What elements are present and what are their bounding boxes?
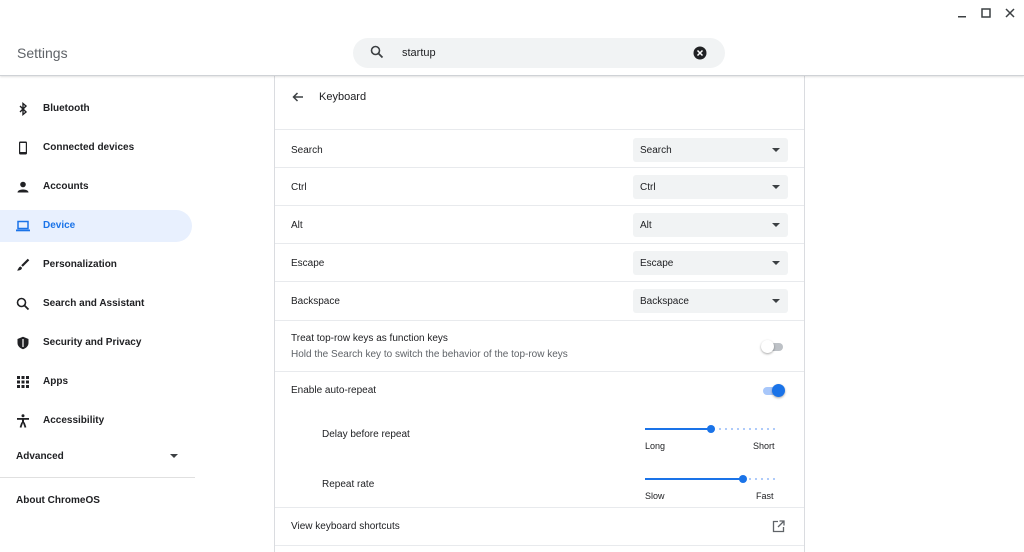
function-keys-label: Treat top-row keys as function keys	[291, 333, 448, 344]
function-keys-toggle[interactable]	[761, 339, 785, 355]
clear-search-icon[interactable]	[693, 46, 707, 65]
sidebar-item-device[interactable]: Device	[0, 210, 192, 242]
select-value: Search	[640, 145, 672, 156]
remap-select-alt[interactable]: Alt	[633, 213, 788, 237]
sidebar-item-security-and-privacy[interactable]: Security and Privacy	[0, 327, 192, 359]
sidebar-item-apps[interactable]: Apps	[0, 366, 192, 398]
app-title: Settings	[17, 45, 68, 61]
delay-min-label: Long	[645, 441, 666, 451]
apps-grid-icon	[16, 375, 30, 389]
bluetooth-icon	[16, 102, 30, 116]
slider-thumb[interactable]	[707, 425, 715, 433]
search-input[interactable]: startup	[402, 47, 436, 59]
advanced-label: Advanced	[16, 451, 64, 462]
about-chromeos-link[interactable]: About ChromeOS	[16, 495, 100, 506]
keyboard-shortcuts-label: View keyboard shortcuts	[291, 521, 400, 532]
slider-fill	[645, 428, 711, 430]
shield-icon	[16, 336, 30, 350]
remap-label: Alt	[291, 220, 303, 231]
sidebar-item-label: Security and Privacy	[43, 337, 142, 348]
remap-row-backspace: Backspace Backspace	[275, 281, 804, 321]
select-value: Ctrl	[640, 182, 656, 193]
auto-repeat-section: Enable auto-repeat Delay before repeat L…	[275, 371, 804, 508]
remap-label: Backspace	[291, 296, 340, 307]
sidebar-item-connected-devices[interactable]: Connected devices	[0, 132, 192, 164]
person-icon	[16, 180, 30, 194]
rate-label: Repeat rate	[322, 479, 375, 490]
auto-repeat-label: Enable auto-repeat	[291, 385, 377, 396]
delay-max-label: Short	[753, 441, 775, 451]
function-keys-sublabel: Hold the Search key to switch the behavi…	[291, 349, 568, 360]
sidebar-item-label: Apps	[43, 376, 68, 387]
function-keys-row: Treat top-row keys as function keys Hold…	[275, 320, 804, 372]
dropdown-arrow-icon	[772, 223, 780, 227]
search-bar[interactable]: startup	[353, 38, 725, 68]
laptop-icon	[16, 219, 30, 233]
rate-max-label: Fast	[756, 491, 774, 501]
dropdown-arrow-icon	[772, 148, 780, 152]
remap-row-alt: Alt Alt	[275, 205, 804, 244]
sidebar-item-personalization[interactable]: Personalization	[0, 249, 192, 281]
remap-row-ctrl: Ctrl Ctrl	[275, 167, 804, 206]
advanced-toggle[interactable]: Advanced	[16, 451, 180, 462]
brush-icon	[16, 258, 30, 272]
delay-slider[interactable]	[645, 422, 776, 436]
minimize-icon[interactable]	[955, 6, 969, 20]
remap-label: Ctrl	[291, 182, 307, 193]
remap-select-escape[interactable]: Escape	[633, 251, 788, 275]
delay-label: Delay before repeat	[322, 429, 410, 440]
page-title: Keyboard	[319, 91, 367, 103]
sidebar-item-accessibility[interactable]: Accessibility	[0, 405, 192, 437]
dropdown-arrow-icon	[772, 185, 780, 189]
remap-row-search: Search Search	[275, 129, 804, 168]
keyboard-settings-panel: Keyboard Search Search Ctrl Ctrl Alt Alt…	[274, 76, 805, 552]
search-icon	[370, 45, 384, 64]
top-bar: Settings startup	[0, 0, 1024, 76]
phone-icon	[16, 141, 30, 155]
slider-thumb[interactable]	[739, 475, 747, 483]
sidebar-divider	[0, 477, 195, 478]
remap-label: Escape	[291, 258, 325, 269]
remap-select-search[interactable]: Search	[633, 138, 788, 162]
sidebar-item-label: Search and Assistant	[43, 298, 145, 309]
sidebar-item-accounts[interactable]: Accounts	[0, 171, 192, 203]
chevron-down-icon	[170, 454, 178, 458]
keyboard-shortcuts-row[interactable]: View keyboard shortcuts	[275, 507, 804, 546]
search-icon	[16, 297, 30, 311]
open-external-icon[interactable]	[772, 520, 785, 538]
sidebar-item-label: Device	[43, 220, 76, 231]
close-window-icon[interactable]	[1003, 6, 1017, 20]
select-value: Alt	[640, 220, 652, 231]
select-value: Escape	[640, 258, 674, 269]
slider-fill	[645, 478, 743, 480]
sidebar-item-label: Personalization	[43, 259, 117, 270]
remap-select-ctrl[interactable]: Ctrl	[633, 175, 788, 199]
remap-row-escape: Escape Escape	[275, 243, 804, 282]
sidebar-item-bluetooth[interactable]: Bluetooth	[0, 93, 192, 125]
sidebar-item-search-and-assistant[interactable]: Search and Assistant	[0, 288, 192, 320]
select-value: Backspace	[640, 296, 689, 307]
back-arrow-icon[interactable]	[291, 90, 305, 109]
maximize-icon[interactable]	[979, 6, 993, 20]
auto-repeat-toggle[interactable]	[761, 383, 785, 399]
sidebar: Bluetooth Connected devices Accounts Dev…	[0, 76, 196, 552]
sidebar-item-label: Accounts	[43, 181, 89, 192]
accessibility-icon	[16, 414, 30, 428]
sidebar-item-label: Bluetooth	[43, 103, 90, 114]
toggle-knob	[772, 384, 785, 397]
rate-min-label: Slow	[645, 491, 665, 501]
remap-select-backspace[interactable]: Backspace	[633, 289, 788, 313]
dropdown-arrow-icon	[772, 299, 780, 303]
sidebar-item-label: Connected devices	[43, 142, 135, 153]
remap-label: Search	[291, 145, 323, 156]
toggle-knob	[761, 340, 774, 353]
rate-slider[interactable]	[645, 472, 776, 486]
sidebar-item-label: Accessibility	[43, 415, 105, 426]
dropdown-arrow-icon	[772, 261, 780, 265]
